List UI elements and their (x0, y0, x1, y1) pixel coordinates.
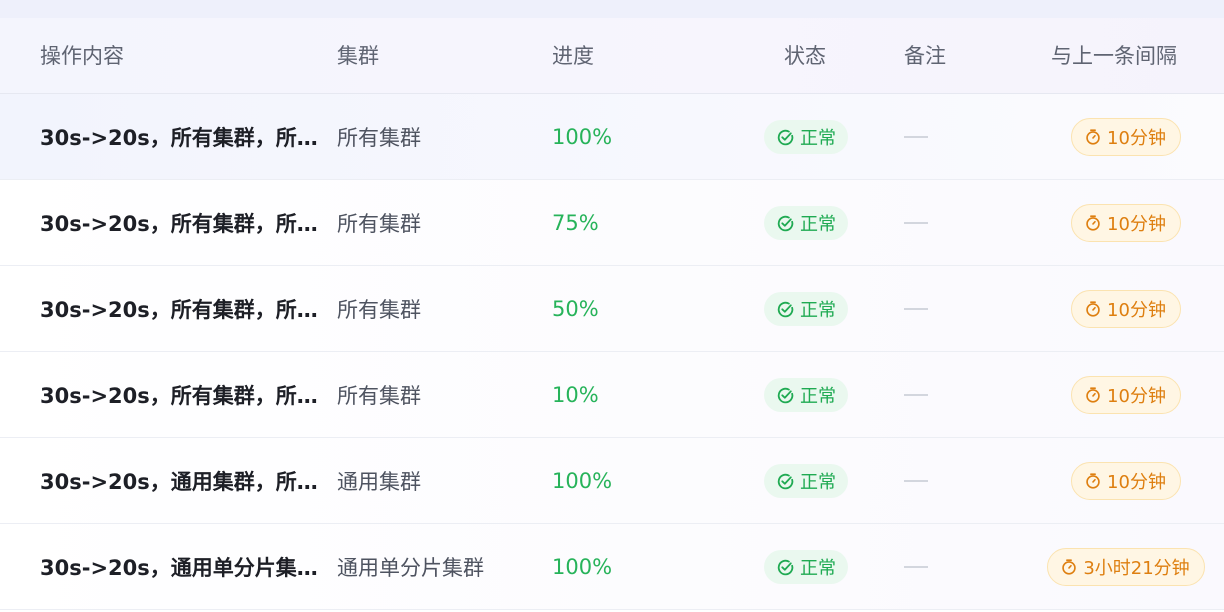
interval-badge: 10分钟 (1071, 290, 1181, 328)
note-empty-dash (904, 308, 928, 310)
operation-table: 操作内容 集群 进度 状态 备注 与上一条间隔 30s->20s，所有集群，所有… (0, 18, 1224, 612)
note-cell (904, 352, 928, 438)
note-cell (904, 94, 928, 180)
interval-label: 3小时21分钟 (1083, 558, 1190, 579)
progress-value: 75% (552, 211, 599, 235)
interval-cell: 3小时21分钟 (1000, 524, 1224, 610)
cluster-cell: 所有集群 (337, 212, 421, 236)
note-cell (904, 438, 928, 524)
operation-cell: 30s->20s，所有集群，所有节点 (40, 180, 322, 266)
status-cell: 正常 (764, 180, 848, 266)
interval-cell: 10分钟 (1000, 352, 1224, 438)
operation-text: 30s->20s，所有集群，所有节点 (40, 212, 322, 236)
note-empty-dash (904, 222, 928, 224)
operation-text: 30s->20s，所有集群，所有节点 (40, 126, 322, 150)
column-header-cluster[interactable]: 集群 (337, 18, 379, 94)
status-label: 正常 (800, 558, 836, 579)
status-label: 正常 (800, 386, 836, 407)
cluster-cell: 所有集群 (337, 126, 421, 150)
progress-value: 100% (552, 125, 613, 149)
progress-value: 50% (552, 297, 599, 321)
operation-cell: 30s->20s，所有集群，所有节点 (40, 94, 322, 180)
check-circle-icon (777, 129, 794, 145)
operation-text: 30s->20s，所有集群，所有节点 (40, 384, 322, 408)
note-cell (904, 266, 928, 352)
status-cell: 正常 (764, 266, 848, 352)
note-empty-dash (904, 136, 928, 138)
table-row[interactable]: 30s->20s，所有集群，所有节点 所有集群 10% 正常 1 (0, 352, 1224, 438)
interval-badge: 10分钟 (1071, 118, 1181, 156)
note-empty-dash (904, 480, 928, 482)
timer-icon (1086, 301, 1100, 317)
operation-text: 30s->20s，通用单分片集群，所有节点 (40, 556, 322, 580)
progress-value: 100% (552, 555, 613, 579)
operation-text: 30s->20s，通用集群，所有节点 (40, 470, 322, 494)
interval-cell: 10分钟 (1000, 94, 1224, 180)
interval-label: 10分钟 (1107, 472, 1166, 493)
operation-text: 30s->20s，所有集群，所有节点 (40, 298, 322, 322)
interval-cell: 10分钟 (1000, 180, 1224, 266)
column-header-progress[interactable]: 进度 (552, 18, 594, 94)
interval-badge: 10分钟 (1071, 376, 1181, 414)
timer-icon (1086, 387, 1100, 403)
check-circle-icon (777, 215, 794, 231)
table-row[interactable]: 30s->20s，所有集群，所有节点 所有集群 50% 正常 1 (0, 266, 1224, 352)
status-badge: 正常 (764, 120, 848, 154)
operation-cell: 30s->20s，通用集群，所有节点 (40, 438, 322, 524)
status-badge: 正常 (764, 550, 848, 584)
interval-badge: 10分钟 (1071, 204, 1181, 242)
cluster-cell: 所有集群 (337, 384, 421, 408)
status-label: 正常 (800, 472, 836, 493)
status-badge: 正常 (764, 206, 848, 240)
note-cell (904, 180, 928, 266)
cluster-cell: 通用单分片集群 (337, 556, 484, 580)
column-header-status[interactable]: 状态 (784, 18, 826, 94)
status-label: 正常 (800, 128, 836, 149)
check-circle-icon (777, 387, 794, 403)
table-row[interactable]: 30s->20s，通用单分片集群，所有节点 通用单分片集群 100% 正常 (0, 524, 1224, 610)
interval-label: 10分钟 (1107, 386, 1166, 407)
status-badge: 正常 (764, 292, 848, 326)
column-header-note[interactable]: 备注 (904, 18, 946, 94)
note-empty-dash (904, 394, 928, 396)
status-cell: 正常 (764, 94, 848, 180)
interval-cell: 10分钟 (1000, 438, 1224, 524)
cluster-cell: 所有集群 (337, 298, 421, 322)
interval-label: 10分钟 (1107, 128, 1166, 149)
table-row[interactable]: 30s->20s，通用集群，所有节点 通用集群 100% 正常 (0, 438, 1224, 524)
interval-badge: 3小时21分钟 (1047, 548, 1205, 586)
operation-cell: 30s->20s，所有集群，所有节点 (40, 266, 322, 352)
note-cell (904, 524, 928, 610)
interval-cell: 10分钟 (1000, 266, 1224, 352)
interval-badge: 10分钟 (1071, 462, 1181, 500)
column-header-interval[interactable]: 与上一条间隔 (1051, 18, 1177, 94)
operation-cell: 30s->20s，通用单分片集群，所有节点 (40, 524, 322, 610)
table-header: 操作内容 集群 进度 状态 备注 与上一条间隔 (0, 18, 1224, 94)
cluster-cell: 通用集群 (337, 470, 421, 494)
check-circle-icon (777, 301, 794, 317)
status-label: 正常 (800, 300, 836, 321)
status-cell: 正常 (764, 524, 848, 610)
operation-cell: 30s->20s，所有集群，所有节点 (40, 352, 322, 438)
table-row[interactable]: 30s->20s，所有集群，所有节点 所有集群 75% 正常 1 (0, 180, 1224, 266)
timer-icon (1086, 129, 1100, 145)
timer-icon (1086, 473, 1100, 489)
status-badge: 正常 (764, 464, 848, 498)
progress-value: 100% (552, 469, 613, 493)
status-cell: 正常 (764, 352, 848, 438)
progress-value: 10% (552, 383, 599, 407)
column-header-operation[interactable]: 操作内容 (40, 18, 124, 94)
timer-icon (1086, 215, 1100, 231)
status-label: 正常 (800, 214, 836, 235)
timer-icon (1062, 559, 1077, 575)
table-row[interactable]: 30s->20s，所有集群，所有节点 所有集群 100% 正常 (0, 94, 1224, 180)
check-circle-icon (777, 559, 794, 575)
status-cell: 正常 (764, 438, 848, 524)
interval-label: 10分钟 (1107, 300, 1166, 321)
note-empty-dash (904, 566, 928, 568)
interval-label: 10分钟 (1107, 214, 1166, 235)
status-badge: 正常 (764, 378, 848, 412)
check-circle-icon (777, 473, 794, 489)
